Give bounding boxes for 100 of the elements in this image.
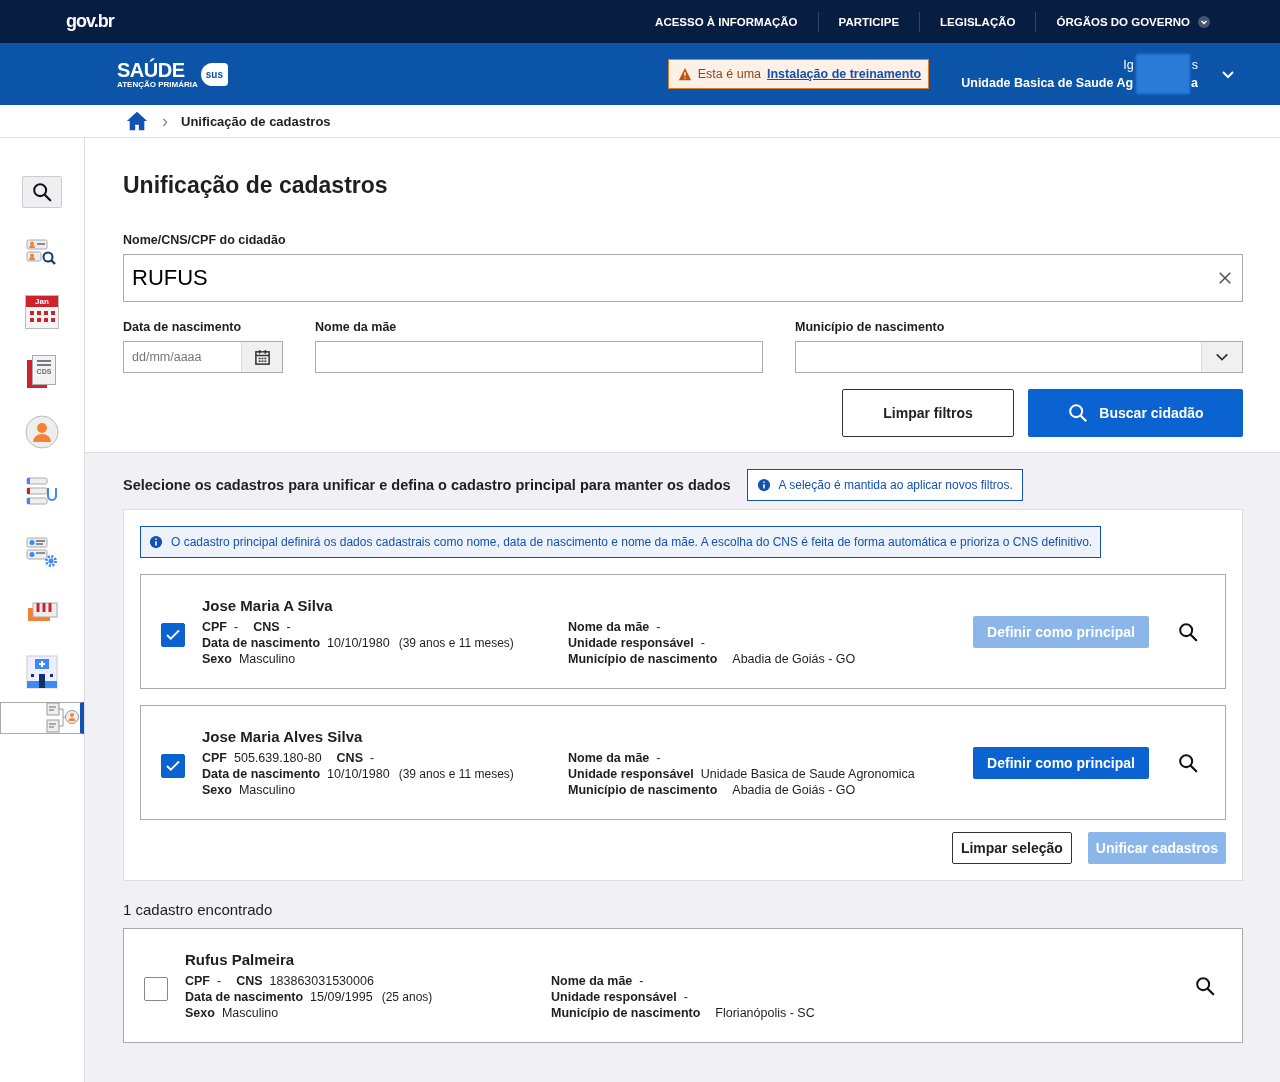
brand-subtitle: ATENÇÃO PRIMÁRIA (117, 80, 198, 89)
field-label: CNS (253, 620, 280, 634)
checkbox[interactable] (144, 976, 168, 1001)
notice-text: Esta é uma (697, 67, 761, 81)
page-title: Unificação de cadastros (123, 172, 389, 199)
info-icon (756, 478, 771, 492)
stethoscope-list-icon (26, 476, 58, 508)
citizen-name: Rufus Palmeira (185, 951, 296, 968)
field-value: 10/10/1980 (327, 767, 390, 781)
field-label: CNS (336, 751, 363, 765)
field-value: - (700, 636, 705, 650)
field-label: Nome da mãe (551, 974, 633, 988)
set-principal-button[interactable]: Definir como principal (973, 746, 1149, 779)
field-label: Nome da mãe (315, 320, 398, 334)
citizen-name: Jose Maria Alves Silva (202, 728, 364, 745)
field-value: - (370, 751, 375, 765)
checkbox[interactable] (161, 622, 185, 647)
field-label: Unidade responsável (568, 636, 694, 650)
date-picker[interactable]: dd/mm/aaaa (123, 341, 283, 373)
search-icon (1067, 402, 1090, 424)
field-label: Data de nascimento (185, 990, 304, 1004)
field-value: Unidade Basica de Saude Agronomica (700, 767, 915, 781)
field-label: Município de nascimento (568, 652, 718, 666)
notice-link[interactable]: Instalação de treinamento (767, 67, 922, 81)
field-value: 10/10/1980 (327, 636, 390, 650)
breadcrumb-item: Unificação de cadastros (181, 113, 331, 129)
field-value: 505.639.180-80 (234, 751, 322, 765)
list-settings-icon (26, 536, 58, 568)
redaction-block (1136, 54, 1190, 94)
gov-link[interactable]: PARTICIPE (818, 15, 920, 28)
gov-link[interactable]: ÓRGÃOS DO GOVERNO (1036, 15, 1198, 28)
age-text: (39 anos e 11 meses) (398, 636, 514, 650)
age-text: (25 anos) (381, 990, 433, 1004)
search-citizen-button[interactable]: Buscar cidadão (1028, 389, 1243, 437)
search-icon[interactable] (1177, 620, 1199, 643)
brand-title: SAÚDE (117, 59, 185, 80)
citizen-name: Jose Maria A Silva (202, 597, 334, 614)
warning-icon (677, 67, 692, 81)
age-text: (39 anos e 11 meses) (398, 767, 514, 781)
field-label: Município de nascimento (795, 320, 946, 334)
field-label: Data de nascimento (202, 636, 321, 650)
user-name: Ig (1123, 58, 1134, 72)
rack-icon (26, 602, 58, 622)
home-icon[interactable] (125, 110, 149, 132)
sidebar-item[interactable]: Jan (0, 282, 84, 342)
hint-text: A seleção é mantida ao aplicar novos filtros. (778, 478, 1013, 492)
field-label: Nome/CNS/CPF do cidadão (123, 233, 287, 247)
field-value: - (234, 620, 239, 634)
mother-name-field[interactable] (315, 341, 763, 373)
checkbox[interactable] (161, 753, 185, 778)
field-value: Masculino (238, 783, 296, 797)
field-label: Sexo (202, 783, 232, 797)
field-label: CPF (185, 974, 210, 988)
field-value: - (286, 620, 291, 634)
field-value: 183863031530006 (269, 974, 374, 988)
field-value: 15/09/1995 (310, 990, 373, 1004)
field-value: Masculino (221, 1006, 279, 1020)
info-text: O cadastro principal definirá os dados cadastrais como nome, data de nascimento e nome da mãe. A escolha do CNS é feita de forma automática e prioriza o CNS definitivo. (171, 535, 1093, 549)
gov-link[interactable]: LEGISLAÇÃO (920, 15, 1036, 28)
search-icon[interactable] (1194, 974, 1216, 997)
field-label: Unidade responsável (568, 767, 694, 781)
person-icon (25, 415, 59, 449)
chevron-down-icon[interactable] (1198, 15, 1210, 28)
user-name: s (1191, 58, 1198, 72)
field-value: Abadia de Goiás - GO (732, 652, 856, 666)
info-icon (149, 535, 163, 549)
gov-link[interactable]: ACESSO À INFORMAÇÃO (635, 15, 818, 28)
field-label: CPF (202, 751, 227, 765)
field-label: Nome da mãe (568, 620, 650, 634)
field-label: Nome da mãe (568, 751, 650, 765)
breadcrumb-separator: › (162, 110, 168, 132)
calendar-icon[interactable] (253, 348, 271, 366)
result-count: 1 cadastro encontrado (123, 901, 274, 918)
field-label: Sexo (185, 1006, 215, 1020)
unit-name: Unidade Basica de Saude Ag (961, 76, 1134, 90)
field-value: - (217, 974, 222, 988)
search-icon[interactable] (31, 181, 53, 203)
close-icon[interactable] (1218, 271, 1232, 285)
unit-name: a (1191, 76, 1198, 90)
field-value: - (639, 974, 644, 988)
field-label: Município de nascimento (551, 1006, 701, 1020)
calendar-icon: Jan (25, 295, 59, 329)
field-label: Unidade responsável (551, 990, 677, 1004)
brand-badge: sus (200, 62, 228, 86)
field-label: CNS (236, 974, 263, 988)
field-value: - (683, 990, 688, 1004)
field-value: Florianópolis - SC (715, 1006, 815, 1020)
hospital-icon (26, 655, 58, 689)
gov-logo[interactable]: gov.br (66, 11, 114, 32)
merge-records-icon (46, 702, 80, 734)
search-icon[interactable] (1177, 751, 1199, 774)
field-value: - (656, 620, 661, 634)
field-label: CPF (202, 620, 227, 634)
clear-filters-button[interactable]: Limpar filtros (842, 389, 1014, 437)
field-label: Data de nascimento (123, 320, 243, 334)
field-value: - (656, 751, 661, 765)
field-label: Data de nascimento (202, 767, 321, 781)
field-label: Sexo (202, 652, 232, 666)
clear-selection-button[interactable]: Limpar seleção (951, 832, 1072, 864)
field-value: Masculino (238, 652, 296, 666)
